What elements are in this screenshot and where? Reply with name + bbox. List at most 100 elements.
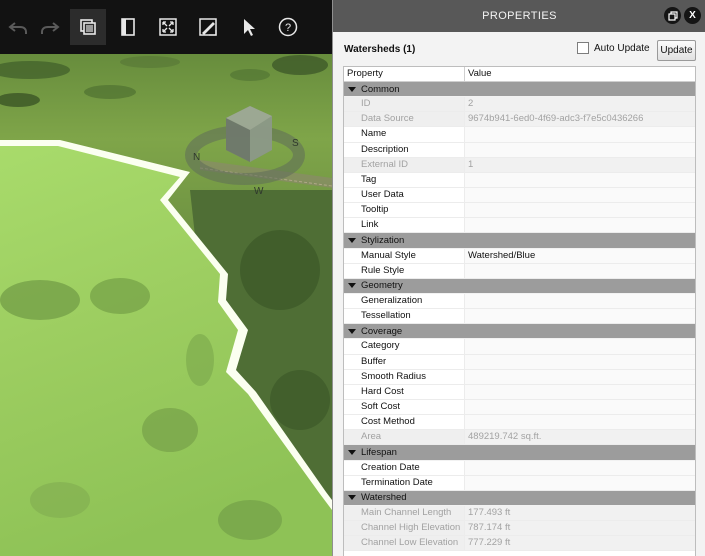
property-row[interactable]: Description: [344, 142, 695, 158]
property-value-cell[interactable]: [465, 293, 695, 309]
auto-update-checkbox[interactable]: [577, 42, 589, 54]
book-icon: [121, 18, 135, 36]
terrain-scene[interactable]: N S W: [0, 0, 332, 556]
redo-button[interactable]: [32, 9, 68, 45]
property-value-cell[interactable]: [465, 399, 695, 415]
terrain-shadow: [142, 408, 198, 452]
property-value-cell: 1: [465, 157, 695, 172]
help-icon: ?: [278, 17, 298, 37]
selection-bar: Watersheds (1) Auto Update Update: [333, 32, 705, 66]
property-row: Channel High Elevation 787.174 ft: [344, 521, 695, 537]
category-common[interactable]: Common: [344, 82, 695, 98]
property-grid: Property Value Common ID 2 Data Source 9674b…: [343, 66, 696, 556]
collapse-arrow-icon[interactable]: [348, 86, 356, 92]
undo-button[interactable]: [0, 9, 36, 45]
property-row[interactable]: Creation Date: [344, 460, 695, 476]
property-label: ID: [361, 98, 371, 110]
update-button[interactable]: Update: [657, 40, 696, 61]
collapse-arrow-icon[interactable]: [348, 283, 356, 289]
column-header-value[interactable]: Value: [465, 67, 492, 81]
property-row[interactable]: User Data: [344, 187, 695, 204]
collapse-arrow-icon[interactable]: [348, 495, 356, 501]
compass-label-s: S: [292, 138, 299, 149]
copy-layers-button[interactable]: [70, 9, 106, 45]
property-value-cell[interactable]: [465, 187, 695, 203]
property-label: Category: [361, 340, 400, 352]
tree-cluster: [230, 69, 270, 81]
collapse-arrow-icon[interactable]: [348, 449, 356, 455]
category-lifespan[interactable]: Lifespan: [344, 445, 695, 461]
undo-icon: [8, 22, 27, 34]
terrain-shadow: [30, 482, 90, 518]
property-name-cell: Channel High Elevation: [344, 521, 465, 536]
compass-label-w: W: [254, 186, 264, 197]
property-row[interactable]: Manual Style Watershed/Blue: [344, 248, 695, 264]
property-value-cell[interactable]: [465, 142, 695, 157]
category-coverage[interactable]: Coverage: [344, 324, 695, 340]
property-name-cell: Tag: [344, 172, 465, 187]
zoom-extent-icon: [159, 18, 177, 36]
zoom-extent-button[interactable]: [150, 9, 186, 45]
property-row[interactable]: Rule Style: [344, 263, 695, 279]
property-row[interactable]: Buffer: [344, 354, 695, 370]
property-value-cell[interactable]: [465, 475, 695, 490]
property-value-cell: 177.493 ft: [465, 505, 695, 521]
property-value-cell[interactable]: [465, 369, 695, 384]
property-value: 489219.742 sq.ft.: [468, 431, 542, 443]
property-name-cell: Data Source: [344, 112, 465, 127]
property-value-cell[interactable]: [465, 384, 695, 399]
property-row[interactable]: Name: [344, 127, 695, 143]
property-label: Tag: [361, 173, 377, 185]
property-label: Hard Cost: [361, 385, 404, 397]
help-button[interactable]: ?: [270, 9, 306, 45]
property-value-cell[interactable]: [465, 415, 695, 430]
property-row[interactable]: Category: [344, 339, 695, 355]
property-value-cell[interactable]: [465, 354, 695, 369]
undock-button[interactable]: [664, 7, 681, 24]
property-label: Soft Cost: [361, 400, 401, 412]
property-row: External ID 1: [344, 157, 695, 173]
book-button[interactable]: [110, 9, 146, 45]
edit-terrain-icon: [199, 18, 217, 36]
property-row[interactable]: Smooth Radius: [344, 369, 695, 385]
property-value-cell[interactable]: [465, 339, 695, 354]
auto-update-toggle[interactable]: Auto Update: [577, 42, 650, 54]
tree-cluster: [270, 370, 330, 430]
collapse-arrow-icon[interactable]: [348, 237, 356, 243]
terrain-shadow: [90, 278, 150, 314]
property-value-cell[interactable]: [465, 263, 695, 278]
terrain-shadow: [186, 334, 214, 386]
property-value-cell[interactable]: [465, 309, 695, 324]
property-row[interactable]: Link: [344, 218, 695, 234]
property-row[interactable]: Tessellation: [344, 309, 695, 325]
collapse-arrow-icon[interactable]: [348, 328, 356, 334]
category-watershed[interactable]: Watershed: [344, 490, 695, 506]
property-value-cell[interactable]: Watershed/Blue: [465, 248, 695, 263]
property-value-cell[interactable]: [465, 460, 695, 475]
property-label: Name: [361, 128, 387, 140]
selection-title: Watersheds (1): [344, 44, 416, 55]
property-row[interactable]: Termination Date: [344, 475, 695, 491]
category-label: Lifespan: [361, 446, 397, 458]
column-header-property[interactable]: Property: [344, 67, 465, 81]
property-row[interactable]: Generalization: [344, 293, 695, 310]
property-value-cell[interactable]: [465, 218, 695, 233]
property-row[interactable]: Hard Cost: [344, 384, 695, 400]
property-row[interactable]: Tag: [344, 172, 695, 188]
property-value-cell[interactable]: [465, 127, 695, 142]
property-value: Watershed/Blue: [468, 249, 536, 261]
close-panel-button[interactable]: X: [684, 7, 701, 24]
3d-viewport[interactable]: N S W ?: [0, 0, 332, 556]
property-value-cell[interactable]: [465, 203, 695, 218]
property-row[interactable]: Tooltip: [344, 203, 695, 219]
property-row[interactable]: Soft Cost: [344, 399, 695, 416]
property-name-cell: Area: [344, 430, 465, 445]
property-value: 9674b941-6ed0-4f69-adc3-f7e5c0436266: [468, 113, 644, 125]
category-stylization[interactable]: Stylization: [344, 233, 695, 249]
category-geometry[interactable]: Geometry: [344, 278, 695, 294]
property-row[interactable]: Cost Method: [344, 415, 695, 431]
edit-terrain-button[interactable]: [190, 9, 226, 45]
property-value: 1: [468, 158, 474, 170]
property-value-cell[interactable]: [465, 172, 695, 187]
select-button[interactable]: [230, 9, 266, 45]
